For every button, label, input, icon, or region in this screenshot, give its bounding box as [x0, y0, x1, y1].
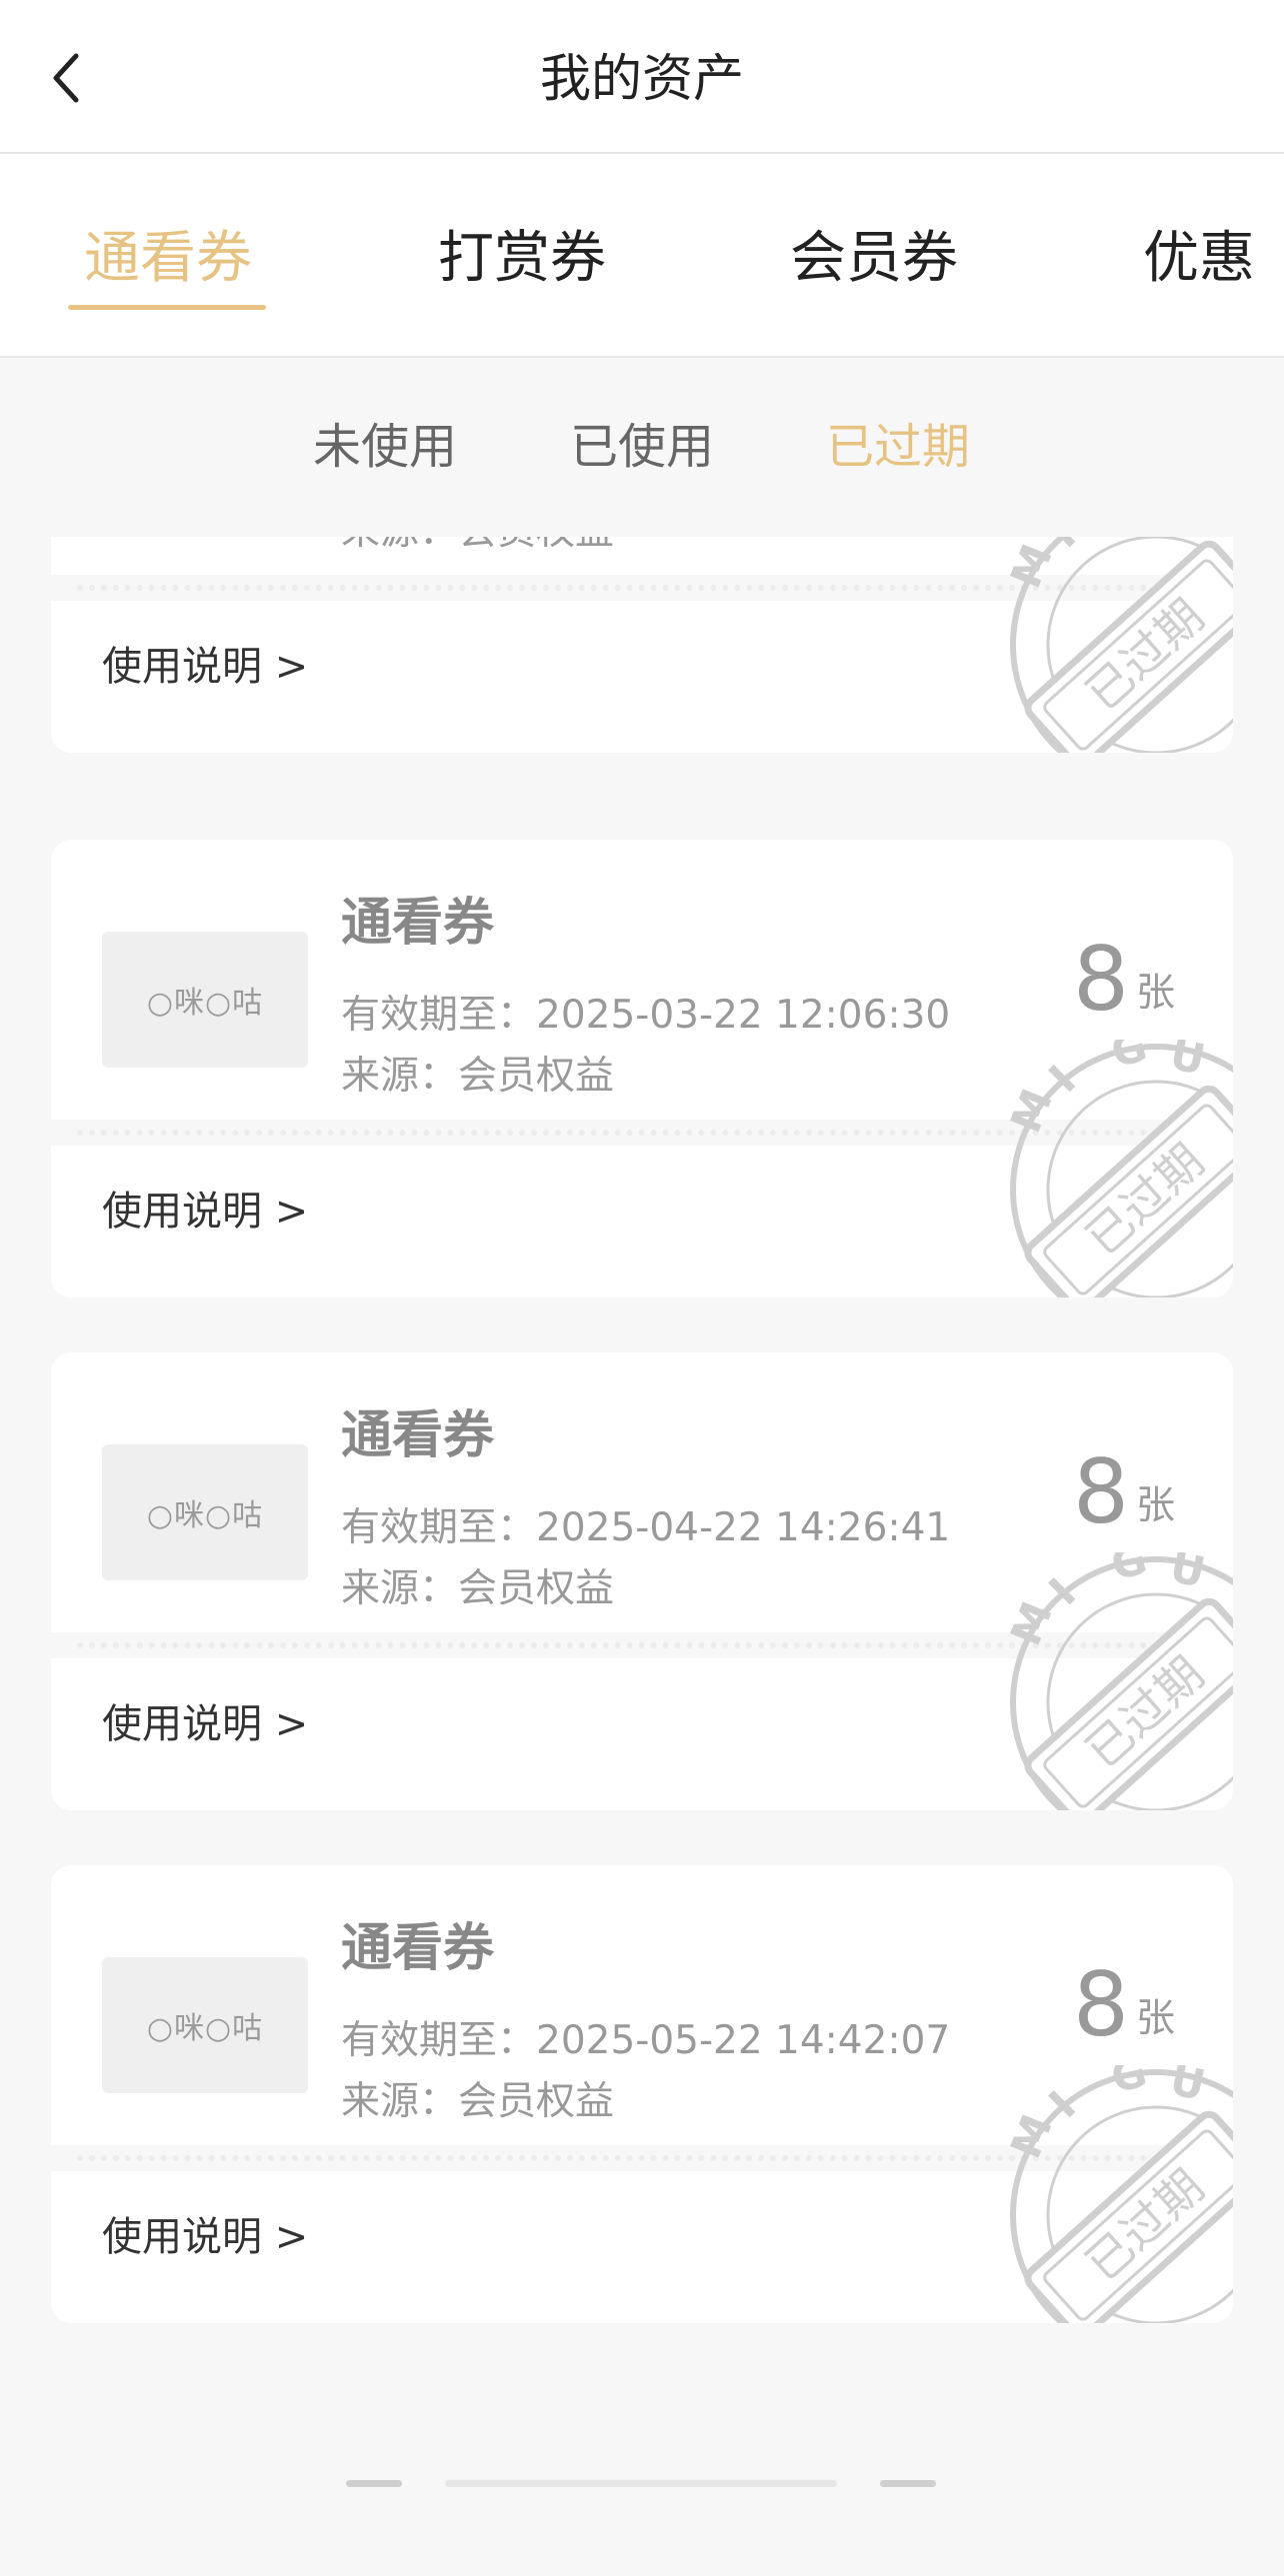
coupon-expiry: 有效期至：2025-03-22 12:06:30	[341, 993, 951, 1038]
expired-stamp-icon: M I G U 已过期	[976, 1040, 1233, 1297]
usage-instructions-link[interactable]: 使用说明 >	[102, 2212, 308, 2262]
stamp-letter: U	[1166, 1552, 1210, 1597]
usage-instructions-link[interactable]: 使用说明 >	[102, 1187, 308, 1237]
coupon-list[interactable]: 来源：会员权益 使用说明 > M I G U 已过期	[0, 537, 1284, 2376]
coupon-card: ○咪○咕 通看券 有效期至：2025-05-22 14:42:07 来源：会员权…	[51, 1865, 1233, 2323]
home-indicator-segment	[346, 2480, 402, 2487]
coupon-thumbnail: ○咪○咕	[102, 1957, 308, 2093]
coupon-source: 来源：会员权益	[341, 537, 614, 556]
coupon-card: ○咪○咕 通看券 有效期至：2025-03-22 12:06:30 来源：会员权…	[51, 840, 1233, 1297]
coupon-title: 通看券	[341, 1919, 495, 1978]
coupon-expiry: 有效期至：2025-05-22 14:42:07	[341, 2018, 951, 2063]
coupon-count-unit: 张	[1136, 1996, 1176, 2041]
coupon-count: 8	[1073, 1440, 1129, 1543]
stamp-letter: U	[1166, 1040, 1210, 1085]
coupon-expiry: 有效期至：2025-04-22 14:26:41	[341, 1505, 951, 1550]
coupon-source: 来源：会员权益	[341, 2079, 615, 2124]
expired-stamp-icon: M I G U 已过期	[976, 2065, 1233, 2323]
stamp-letter: G	[1106, 1040, 1152, 1078]
coupon-count-unit: 张	[1136, 971, 1176, 1016]
page-title: 我的资产	[539, 50, 744, 109]
home-indicator-segment	[880, 2480, 936, 2487]
expired-stamp-icon: M I G U 已过期	[976, 1552, 1233, 1810]
tab-youhui[interactable]: 优惠	[1143, 226, 1255, 292]
subtab-expired[interactable]: 已过期	[826, 418, 970, 476]
coupon-card: ○咪○咕 通看券 有效期至：2025-04-22 14:26:41 来源：会员权…	[51, 1352, 1233, 1810]
coupon-title: 通看券	[341, 1406, 495, 1465]
tab-dashangquan[interactable]: 打赏券	[438, 226, 606, 292]
coupon-title: 通看券	[341, 894, 495, 953]
stamp-letter: G	[1106, 2065, 1152, 2103]
stamp-letter: G	[1106, 1552, 1152, 1590]
tab-huiyuanquan[interactable]: 会员券	[790, 226, 958, 292]
coupon-source: 来源：会员权益	[341, 1054, 615, 1099]
coupon-source: 来源：会员权益	[341, 1566, 615, 1611]
tab-tongkanquan[interactable]: 通看券	[84, 226, 252, 292]
stamp-letter: U	[1166, 2065, 1210, 2110]
expired-stamp-icon: M I G U 已过期	[976, 537, 1233, 753]
coupon-thumbnail: ○咪○咕	[102, 932, 308, 1068]
active-tab-indicator	[68, 305, 266, 310]
coupon-card: 来源：会员权益 使用说明 > M I G U 已过期	[51, 537, 1233, 753]
usage-instructions-link[interactable]: 使用说明 >	[102, 642, 308, 692]
coupon-count: 8	[1073, 928, 1129, 1031]
category-tab-bar: 通看券 打赏券 会员券 优惠	[0, 154, 1284, 358]
subtab-unused[interactable]: 未使用	[313, 418, 457, 476]
home-indicator	[445, 2480, 837, 2487]
status-tabs: 未使用 已使用 已过期	[0, 358, 1284, 536]
coupon-count-unit: 张	[1136, 1483, 1176, 1528]
usage-instructions-link[interactable]: 使用说明 >	[102, 1699, 308, 1749]
subtab-used[interactable]: 已使用	[570, 418, 714, 476]
coupon-count: 8	[1073, 1953, 1129, 2056]
top-nav-bar: 我的资产	[0, 0, 1284, 154]
coupon-thumbnail: ○咪○咕	[102, 1444, 308, 1580]
